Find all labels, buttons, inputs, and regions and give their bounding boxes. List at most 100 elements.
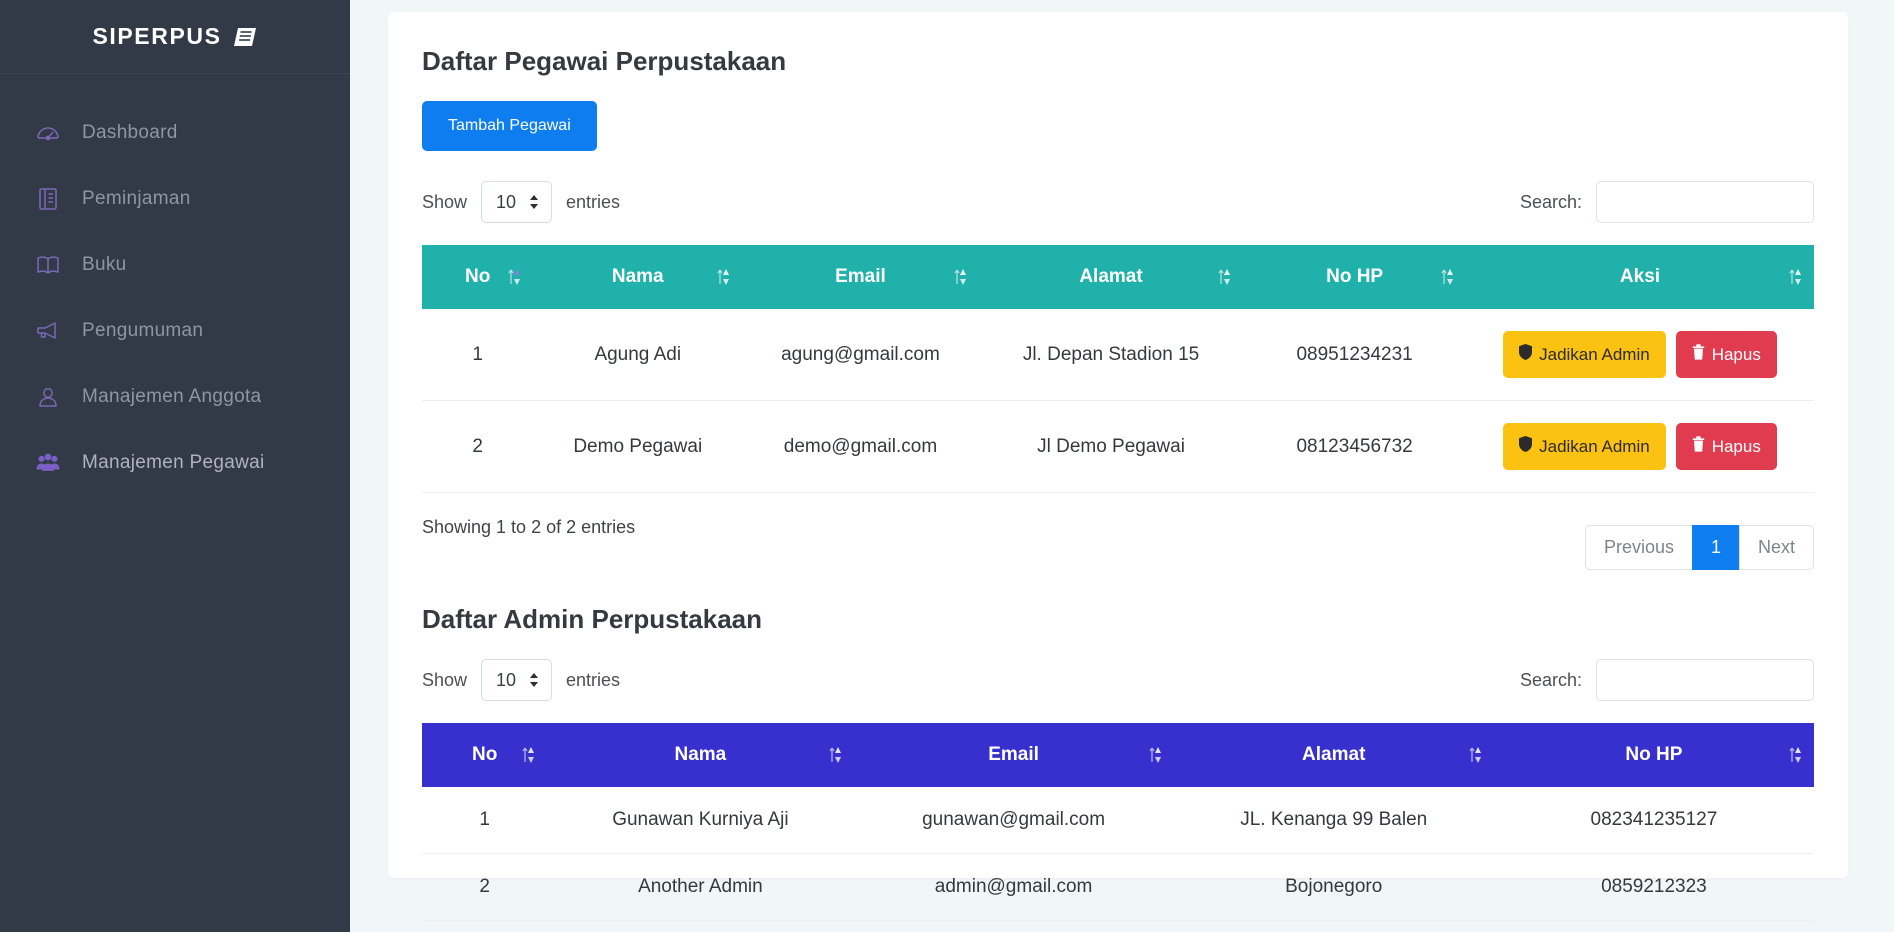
cell-nama: Demo Pegawai: [533, 400, 743, 493]
content-card: Daftar Pegawai Perpustakaan Tambah Pegaw…: [388, 12, 1848, 921]
admin-table-body: 1 Gunawan Kurniya Aji gunawan@gmail.com …: [422, 787, 1814, 921]
pegawai-table-head: No Nama Email Alamat No HP Aksi: [422, 245, 1814, 309]
col-header-email[interactable]: Email: [853, 723, 1174, 787]
pegawai-page-length-wrap: 10: [481, 181, 553, 223]
pagination-previous[interactable]: Previous: [1584, 525, 1693, 570]
pegawai-page-length-select[interactable]: 10: [481, 181, 553, 223]
jadikan-admin-label: Jadikan Admin: [1539, 436, 1650, 456]
sort-icon: [1789, 267, 1802, 287]
sort-icon: [508, 267, 521, 287]
admin-header-row: No Nama Email Alamat No HP: [422, 723, 1814, 787]
col-header-nohp[interactable]: No HP: [1243, 245, 1466, 309]
col-header-no[interactable]: No: [422, 245, 534, 309]
brand-logo[interactable]: SIPERPUS: [0, 0, 350, 74]
pegawai-section-title: Daftar Pegawai Perpustakaan: [422, 46, 787, 76]
sidebar-item-manajemen-anggota[interactable]: Manajemen Anggota: [0, 364, 350, 430]
jadikan-admin-button[interactable]: Jadikan Admin: [1503, 423, 1666, 470]
sidebar-item-buku[interactable]: Buku: [0, 232, 350, 298]
sidebar-item-dashboard[interactable]: Dashboard: [0, 100, 350, 166]
trash-icon: [1692, 436, 1705, 457]
book-journal-icon: [36, 187, 60, 211]
trash-icon: [1692, 344, 1705, 365]
sidebar-item-peminjaman[interactable]: Peminjaman: [0, 166, 350, 232]
jadikan-admin-label: Jadikan Admin: [1539, 344, 1650, 364]
book-stack-icon: [232, 25, 258, 49]
cell-email: gunawan@gmail.com: [853, 787, 1174, 854]
cell-alamat: Bojonegoro: [1173, 853, 1494, 921]
admin-search-input[interactable]: [1596, 659, 1814, 701]
sort-icon: [1469, 745, 1482, 765]
hapus-button[interactable]: Hapus: [1675, 423, 1777, 470]
admin-section-title: Daftar Admin Perpustakaan: [422, 604, 763, 634]
users-group-icon: [36, 452, 60, 474]
cell-nama: Gunawan Kurniya Aji: [547, 787, 854, 854]
cell-no: 2: [422, 853, 548, 921]
admin-table: No Nama Email Alamat No HP 1 Gunawan Kur…: [422, 723, 1814, 921]
sort-icon: [1441, 267, 1454, 287]
pegawai-length-control: Show 10 entries: [422, 181, 620, 223]
hapus-label: Hapus: [1711, 436, 1761, 456]
bullhorn-icon: [36, 321, 60, 341]
pegawai-table-footer: Showing 1 to 2 of 2 entries Previous 1 N…: [422, 511, 1814, 570]
pegawai-table-body: 1 Agung Adi agung@gmail.com Jl. Depan St…: [422, 309, 1814, 493]
show-label: Show: [422, 669, 468, 690]
open-book-icon: [36, 255, 60, 275]
brand-title: SIPERPUS: [92, 23, 222, 49]
sort-icon: [1218, 267, 1231, 287]
pegawai-search-control: Search:: [1520, 181, 1814, 223]
col-header-no[interactable]: No: [422, 723, 548, 787]
sidebar-item-label: Pengumuman: [82, 320, 204, 341]
jadikan-admin-button[interactable]: Jadikan Admin: [1503, 331, 1666, 378]
cell-nohp: 0859212323: [1493, 853, 1814, 921]
pegawai-entries-info: Showing 1 to 2 of 2 entries: [422, 517, 636, 537]
pegawai-search-input[interactable]: [1596, 181, 1814, 223]
col-header-nohp[interactable]: No HP: [1493, 723, 1814, 787]
sidebar-item-manajemen-pegawai[interactable]: Manajemen Pegawai: [0, 430, 350, 496]
pagination-page-1[interactable]: 1: [1691, 525, 1740, 570]
sidebar-item-pengumuman[interactable]: Pengumuman: [0, 298, 350, 364]
pegawai-pagination: Previous 1 Next: [1584, 525, 1814, 570]
cell-no: 1: [422, 787, 548, 854]
table-row: 1 Gunawan Kurniya Aji gunawan@gmail.com …: [422, 787, 1814, 854]
sidebar: SIPERPUS Dashboard Peminjaman Buku Pengu…: [0, 0, 350, 932]
cell-aksi: Jadikan Admin Hapus: [1465, 309, 1814, 401]
search-label: Search:: [1519, 191, 1582, 212]
show-label: Show: [422, 191, 468, 212]
sidebar-item-label: Peminjaman: [82, 188, 191, 209]
sort-icon: [522, 745, 535, 765]
table-row: 2 Demo Pegawai demo@gmail.com Jl Demo Pe…: [422, 400, 1814, 493]
hapus-button[interactable]: Hapus: [1675, 331, 1777, 378]
cell-email: admin@gmail.com: [853, 853, 1174, 921]
sort-icon: [829, 745, 842, 765]
col-header-alamat[interactable]: Alamat: [1173, 723, 1494, 787]
hapus-label: Hapus: [1711, 344, 1761, 364]
cell-nama: Agung Adi: [533, 309, 743, 401]
col-header-aksi[interactable]: Aksi: [1465, 245, 1814, 309]
user-icon: [36, 386, 60, 408]
sidebar-nav: Dashboard Peminjaman Buku Pengumuman Man…: [0, 74, 350, 496]
main-content: Daftar Pegawai Perpustakaan Tambah Pegaw…: [350, 0, 1894, 932]
col-header-email[interactable]: Email: [742, 245, 979, 309]
col-header-alamat[interactable]: Alamat: [978, 245, 1244, 309]
tambah-pegawai-button[interactable]: Tambah Pegawai: [422, 101, 597, 151]
admin-search-control: Search:: [1520, 659, 1814, 701]
search-label: Search:: [1519, 669, 1582, 690]
sort-icon: [1789, 745, 1802, 765]
sort-icon: [717, 267, 730, 287]
cell-no: 2: [422, 400, 534, 493]
admin-table-head: No Nama Email Alamat No HP: [422, 723, 1814, 787]
pegawai-table-wrap: No Nama Email Alamat No HP Aksi 1 Agung …: [422, 245, 1814, 493]
admin-page-length-select[interactable]: 10: [481, 659, 553, 701]
sort-icon: [1149, 745, 1162, 765]
cell-nohp: 082341235127: [1493, 787, 1814, 854]
cell-email: demo@gmail.com: [742, 400, 979, 493]
col-header-nama[interactable]: Nama: [547, 723, 854, 787]
cell-nama: Another Admin: [547, 853, 854, 921]
cell-aksi: Jadikan Admin Hapus: [1465, 400, 1814, 493]
pagination-next[interactable]: Next: [1738, 525, 1814, 570]
col-header-nama[interactable]: Nama: [533, 245, 743, 309]
cell-nohp: 08123456732: [1243, 400, 1466, 493]
sidebar-item-label: Dashboard: [82, 122, 178, 143]
pegawai-table-controls: Show 10 entries Search:: [422, 181, 1814, 223]
entries-label: entries: [566, 669, 621, 690]
